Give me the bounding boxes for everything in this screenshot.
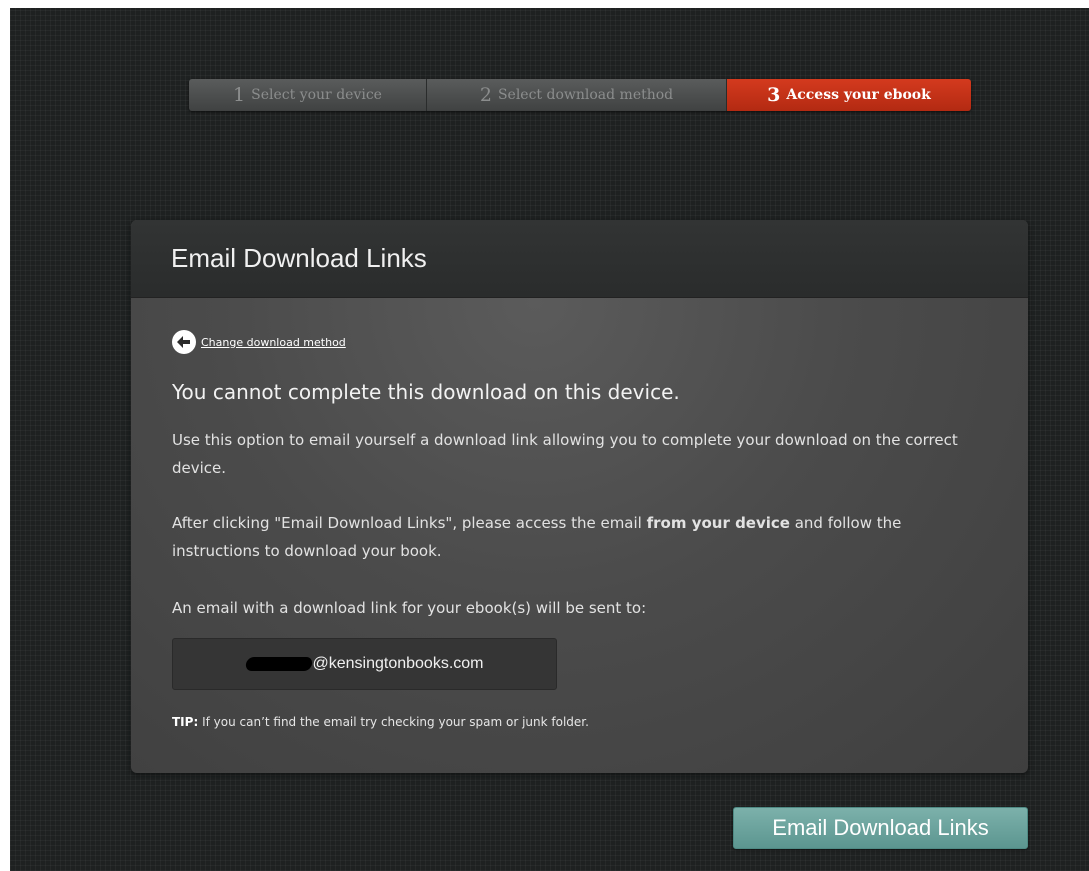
email-recipient-label: An email with a download link for your e… [172, 599, 647, 617]
redacted-username [244, 657, 313, 671]
change-download-method-link[interactable]: Change download method [201, 336, 346, 349]
instructions-paragraph: Use this option to email yourself a down… [172, 431, 958, 477]
progress-steps: 1 Select your device 2 Select download m… [189, 79, 971, 111]
step-select-device: 1 Select your device [189, 79, 427, 111]
step-label: Select download method [497, 87, 674, 103]
email-links-panel: Email Download Links Change download met… [131, 220, 1028, 773]
step-select-download-method: 2 Select download method [427, 79, 727, 111]
email-download-links-button[interactable]: Email Download Links [733, 807, 1028, 849]
tip-label: TIP: [172, 715, 199, 729]
change-method-row[interactable]: Change download method [172, 330, 346, 354]
panel-title: Email Download Links [171, 243, 427, 273]
after-click-text: After clicking "Email Download Links", p… [172, 514, 647, 532]
after-click-paragraph: After clicking "Email Download Links", p… [172, 509, 982, 565]
arrow-left-circle-icon[interactable] [172, 330, 196, 354]
page-background: 1 Select your device 2 Select download m… [10, 8, 1089, 871]
step-number: 2 [479, 84, 492, 106]
device-warning-headline: You cannot complete this download on thi… [172, 380, 680, 404]
step-label: Select your device [251, 87, 382, 103]
panel-header: Email Download Links [131, 220, 1028, 298]
step-access-ebook: 3 Access your ebook [727, 79, 971, 111]
spam-tip: TIP: If you can’t find the email try che… [172, 715, 589, 729]
from-device-emphasis: from your device [646, 514, 790, 532]
step-number: 3 [767, 84, 781, 106]
step-number: 1 [233, 84, 246, 106]
step-label: Access your ebook [786, 87, 931, 103]
email-address-display: @kensingtonbooks.com [172, 638, 557, 690]
email-domain: @kensingtonbooks.com [312, 655, 484, 672]
tip-text: If you can’t find the email try checking… [198, 715, 589, 729]
